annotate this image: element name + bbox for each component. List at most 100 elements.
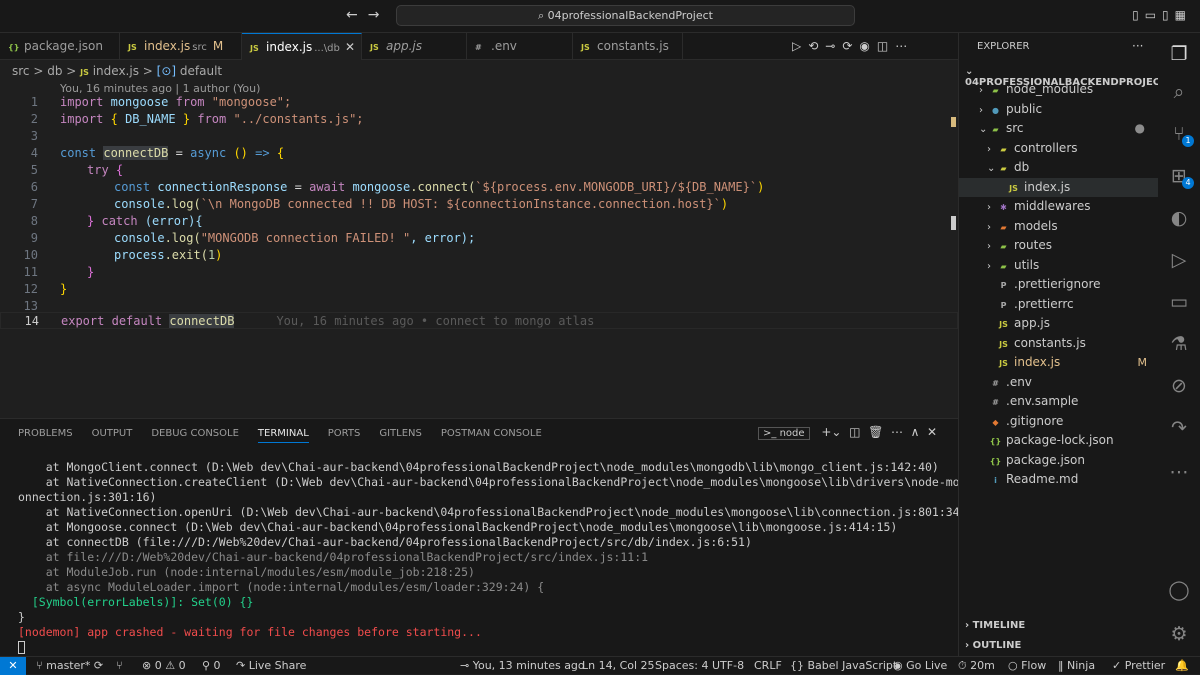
- code-editor[interactable]: 1 import mongoose from "mongoose"; 2 impor…: [0, 94, 958, 330]
- problems-status[interactable]: ⊗ 0 ⚠ 0: [142, 657, 186, 674]
- scrollbar-marker: [951, 117, 956, 127]
- notifications-bell-icon[interactable]: 🔔: [1175, 657, 1189, 674]
- tab-debug-console[interactable]: DEBUG CONSOLE: [151, 428, 239, 439]
- breadcrumb-symbol[interactable]: default: [180, 64, 222, 78]
- file-type-icon: JS: [999, 320, 1008, 329]
- live-share-status[interactable]: ↷ Live Share: [236, 657, 306, 674]
- tab-ports[interactable]: PORTS: [328, 428, 361, 439]
- prettier-status[interactable]: ✓ Prettier: [1112, 657, 1165, 674]
- tab-db-index-js[interactable]: JS index.js ...\db ✕: [242, 33, 362, 60]
- breadcrumb-db[interactable]: db: [47, 64, 62, 78]
- terminal-selector[interactable]: >_ node: [758, 427, 810, 440]
- tab-env[interactable]: # .env: [467, 33, 573, 60]
- language-mode[interactable]: {} Babel JavaScript: [790, 657, 897, 674]
- tree-item[interactable]: # .env.sample: [959, 392, 1159, 411]
- source-control-icon[interactable]: ⑂ 1: [1166, 121, 1194, 147]
- tree-item[interactable]: ⌄ ▰ db: [959, 158, 1159, 177]
- toggle-secondary-sidebar-icon[interactable]: ▯: [1162, 8, 1175, 22]
- tab-package-json[interactable]: {} package.json: [0, 33, 120, 60]
- tree-item[interactable]: P .prettierignore: [959, 275, 1159, 294]
- close-panel-icon[interactable]: ✕: [927, 425, 937, 439]
- tree-item[interactable]: JS constants.js: [959, 334, 1159, 353]
- gitlens-icon[interactable]: ◐: [1166, 205, 1192, 231]
- branch-status[interactable]: ⑂ master* ⟳: [36, 657, 103, 674]
- gitlens-status-icon[interactable]: ⑂: [116, 657, 123, 674]
- close-icon[interactable]: ✕: [345, 34, 355, 60]
- tree-item[interactable]: › ▰ models: [959, 217, 1159, 236]
- ports-status[interactable]: ⚲ 0: [202, 657, 221, 674]
- split-editor-icon[interactable]: ◫: [877, 39, 895, 53]
- share-icon[interactable]: ↷: [1166, 415, 1192, 441]
- encoding[interactable]: UTF-8: [712, 657, 744, 674]
- more-actions-icon[interactable]: ···: [1132, 39, 1143, 53]
- tab-constants-js[interactable]: JS constants.js: [573, 33, 683, 60]
- tree-item[interactable]: › ▰ controllers: [959, 139, 1159, 158]
- blame-status[interactable]: ⊸ You, 13 minutes ago: [460, 657, 585, 674]
- tree-item[interactable]: › ✱ middlewares: [959, 197, 1159, 216]
- tree-item[interactable]: › ▰ node_modules: [959, 80, 1159, 99]
- more-actions-icon[interactable]: ⋯: [895, 39, 914, 53]
- tree-item[interactable]: JS index.js M: [959, 353, 1159, 372]
- live-share-icon[interactable]: ⊘: [1166, 373, 1192, 399]
- tab-problems[interactable]: PROBLEMS: [18, 428, 73, 439]
- line-ending[interactable]: CRLF: [754, 657, 782, 674]
- remote-indicator[interactable]: ✕: [0, 657, 26, 675]
- testing-icon[interactable]: ⚗: [1166, 331, 1192, 357]
- tab-src-index-js[interactable]: JS index.js src M: [120, 33, 242, 60]
- prettier-label: Prettier: [1124, 659, 1166, 672]
- tab-gitlens[interactable]: GITLENS: [379, 428, 422, 439]
- tree-item[interactable]: JS app.js: [959, 314, 1159, 333]
- ninja-status[interactable]: ‖ Ninja: [1058, 657, 1095, 674]
- customize-layout-icon[interactable]: ▦: [1175, 8, 1192, 22]
- tree-item[interactable]: P .prettierrc: [959, 295, 1159, 314]
- tree-item[interactable]: {} package-lock.json: [959, 431, 1159, 450]
- cursor-position[interactable]: Ln 14, Col 25: [582, 657, 655, 674]
- go-back-icon[interactable]: ⟲: [808, 39, 825, 53]
- tab-postman-console[interactable]: POSTMAN CONSOLE: [441, 428, 542, 439]
- tree-item[interactable]: i Readme.md: [959, 470, 1159, 489]
- wakatime-status[interactable]: ⏱ 20m: [958, 657, 995, 674]
- terminal-output[interactable]: at MongoClient.connect (D:\Web dev\Chai-…: [18, 460, 1057, 655]
- tree-item[interactable]: › ● public: [959, 100, 1159, 119]
- open-changes-icon[interactable]: ◉: [859, 39, 876, 53]
- tree-item[interactable]: # .env: [959, 373, 1159, 392]
- new-terminal-icon[interactable]: +⌄: [821, 425, 841, 439]
- timeline-section[interactable]: › TIMELINE: [965, 620, 1025, 631]
- search-icon[interactable]: ⌕: [1166, 79, 1192, 105]
- explorer-icon[interactable]: ❐: [1166, 41, 1192, 67]
- more-icon[interactable]: ⋯: [1166, 459, 1192, 485]
- go-forward-icon[interactable]: ⟳: [842, 39, 859, 53]
- tree-item[interactable]: › ▰ utils: [959, 256, 1159, 275]
- extensions-icon[interactable]: ⊞ 4: [1166, 163, 1194, 189]
- js-file-icon: JS: [80, 68, 89, 77]
- indentation[interactable]: Spaces: 4: [655, 657, 708, 674]
- run-icon[interactable]: ▷: [792, 39, 808, 53]
- maximize-panel-icon[interactable]: ∧: [911, 425, 920, 439]
- tree-item[interactable]: ⌄ ▰ src ●: [959, 119, 1159, 138]
- back-arrow-icon[interactable]: ←: [346, 7, 368, 23]
- outline-section[interactable]: › OUTLINE: [965, 640, 1021, 651]
- more-actions-icon[interactable]: ⋯: [891, 425, 903, 439]
- remote-explorer-icon[interactable]: ▭: [1166, 289, 1192, 315]
- go-live-button[interactable]: ◉ Go Live: [893, 657, 947, 674]
- toggle-panel-icon[interactable]: ▭: [1145, 8, 1162, 22]
- tree-item[interactable]: › ▰ routes: [959, 236, 1159, 255]
- command-center-search[interactable]: ⌕ 04professionalBackendProject: [396, 5, 855, 26]
- run-debug-icon[interactable]: ▷: [1166, 247, 1192, 273]
- tab-app-js[interactable]: JS app.js: [362, 33, 467, 60]
- tab-terminal[interactable]: TERMINAL: [257, 428, 309, 443]
- breadcrumb-src[interactable]: src: [12, 64, 30, 78]
- split-terminal-icon[interactable]: ◫: [849, 425, 860, 439]
- settings-gear-icon[interactable]: ⚙: [1166, 621, 1192, 647]
- toggle-primary-sidebar-icon[interactable]: ▯: [1132, 8, 1145, 22]
- tree-item[interactable]: ◆ .gitignore: [959, 412, 1159, 431]
- account-icon[interactable]: ◯: [1166, 577, 1192, 603]
- forward-arrow-icon[interactable]: →: [368, 7, 390, 23]
- commit-icon[interactable]: ⊸: [825, 39, 842, 53]
- trash-icon[interactable]: 🗑: [868, 425, 883, 439]
- breadcrumb-file[interactable]: index.js: [93, 64, 139, 78]
- tab-output[interactable]: OUTPUT: [92, 428, 133, 439]
- flow-status[interactable]: ○ Flow: [1008, 657, 1046, 674]
- tree-item[interactable]: JS index.js: [959, 177, 1159, 197]
- tree-item[interactable]: {} package.json: [959, 451, 1159, 470]
